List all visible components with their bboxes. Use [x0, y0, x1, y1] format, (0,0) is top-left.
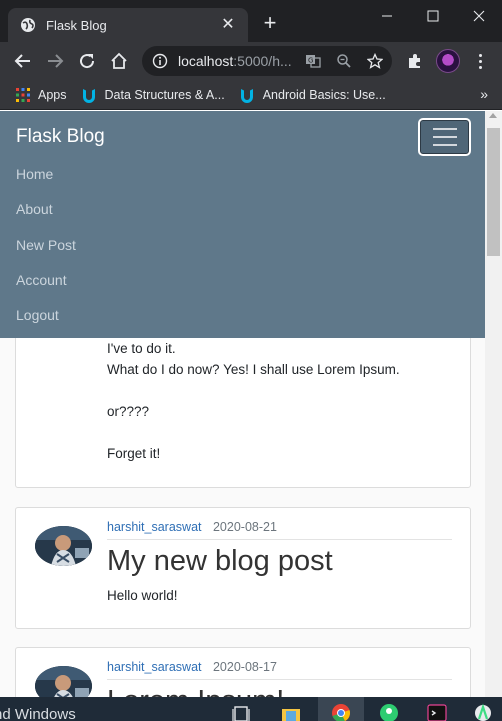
translate-icon[interactable]: G	[304, 52, 322, 70]
author-link[interactable]: harshit_saraswat	[107, 520, 202, 534]
forward-arrow-icon[interactable]	[42, 48, 68, 74]
page-viewport: I've to do it. What do I do now? Yes! I …	[0, 111, 485, 697]
bookmark-label: Data Structures & A...	[104, 87, 225, 102]
browser-tab[interactable]: Flask Blog ✕	[8, 8, 248, 42]
post-card: harshit_saraswat 2020-08-17 Lorem Ipsum!	[15, 647, 471, 697]
post-card: harshit_saraswat 2020-08-21 My new blog …	[15, 507, 471, 629]
post-meta: harshit_saraswat 2020-08-21	[107, 520, 452, 540]
nav-link-new-post[interactable]: New Post	[16, 232, 76, 267]
site-info-icon[interactable]	[152, 53, 168, 69]
scrollbar-thumb[interactable]	[487, 128, 500, 256]
terminal-icon[interactable]	[426, 701, 448, 721]
hamburger-icon	[432, 128, 457, 130]
author-avatar	[35, 666, 92, 697]
content-line: Forget it!	[107, 446, 161, 461]
author-avatar	[35, 526, 92, 566]
zoom-icon[interactable]	[335, 52, 353, 70]
extensions-puzzle-icon[interactable]	[402, 48, 428, 74]
tab-title: Flask Blog	[46, 17, 107, 33]
bookmark-star-icon[interactable]	[366, 52, 384, 70]
task-view-icon[interactable]	[230, 701, 252, 721]
profile-avatar[interactable]	[436, 49, 460, 73]
browser-toolbar: localhost:5000/h... G	[0, 42, 502, 80]
browser-tab-strip: Flask Blog ✕ +	[0, 0, 502, 42]
post-title-link[interactable]: My new blog post	[107, 545, 333, 578]
new-tab-button[interactable]: +	[258, 12, 282, 36]
content-line: or????	[107, 404, 150, 419]
udacity-icon	[81, 87, 97, 103]
close-window-button[interactable]	[456, 0, 502, 32]
back-arrow-icon[interactable]	[10, 48, 36, 74]
nav-link-logout[interactable]: Logout	[16, 302, 76, 337]
author-link[interactable]: harshit_saraswat	[107, 660, 202, 674]
brand-link[interactable]: Flask Blog	[16, 126, 105, 148]
content-blank-line	[107, 380, 400, 401]
maximize-button[interactable]	[410, 0, 456, 32]
nav-links: Home About New Post Account Logout	[16, 161, 76, 337]
post-date: 2020-08-17	[212, 660, 277, 674]
scroll-up-arrow-icon[interactable]	[489, 113, 497, 118]
bookmarks-bar: Apps Data Structures & A... Android Basi…	[0, 80, 502, 110]
file-explorer-icon[interactable]	[280, 701, 302, 721]
globe-icon	[20, 17, 36, 33]
post-title-link[interactable]: Lorem Ipsum!	[107, 685, 284, 697]
site-navbar: Flask Blog Home About New Post Account L…	[0, 111, 485, 338]
reload-icon[interactable]	[74, 48, 100, 74]
minimize-button[interactable]	[364, 0, 410, 32]
post-meta: harshit_saraswat 2020-08-17	[107, 660, 452, 680]
chrome-menu-icon[interactable]	[470, 49, 490, 73]
address-bar[interactable]: localhost:5000/h... G	[142, 46, 392, 76]
bookmark-apps[interactable]: Apps	[16, 87, 67, 102]
nav-link-about[interactable]: About	[16, 196, 76, 231]
windows-taskbar: nd Windows	[0, 697, 502, 721]
bookmark-data-structures[interactable]: Data Structures & A...	[81, 87, 225, 103]
content-line: What do I do now? Yes! I shall use Lorem…	[107, 362, 400, 377]
apps-grid-icon	[16, 87, 30, 102]
nav-link-home[interactable]: Home	[16, 161, 76, 196]
chrome-icon[interactable]	[330, 701, 352, 721]
post-content: I've to do it. What do I do now? Yes! I …	[107, 338, 400, 464]
taskbar-search-text[interactable]: nd Windows	[0, 706, 76, 721]
more-bookmarks-button[interactable]: »	[480, 86, 488, 102]
post-content: Hello world!	[107, 588, 178, 603]
content-blank-line	[107, 422, 400, 443]
navbar-toggler-button[interactable]	[418, 118, 471, 156]
home-icon[interactable]	[106, 48, 132, 74]
page-scrollbar[interactable]	[485, 111, 502, 697]
udacity-icon	[239, 87, 255, 103]
android-studio-icon[interactable]	[472, 701, 494, 721]
close-tab-icon[interactable]: ✕	[220, 17, 236, 33]
nav-link-account[interactable]: Account	[16, 267, 76, 302]
content-line: I've to do it.	[107, 341, 176, 356]
bookmark-label: Apps	[38, 87, 67, 102]
post-date: 2020-08-21	[212, 520, 277, 534]
bookmark-android-basics[interactable]: Android Basics: Use...	[239, 87, 386, 103]
bookmark-label: Android Basics: Use...	[262, 87, 386, 102]
svg-text:G: G	[308, 57, 313, 65]
app-green-icon[interactable]	[378, 701, 400, 721]
url-text: localhost:5000/h...	[178, 53, 292, 69]
